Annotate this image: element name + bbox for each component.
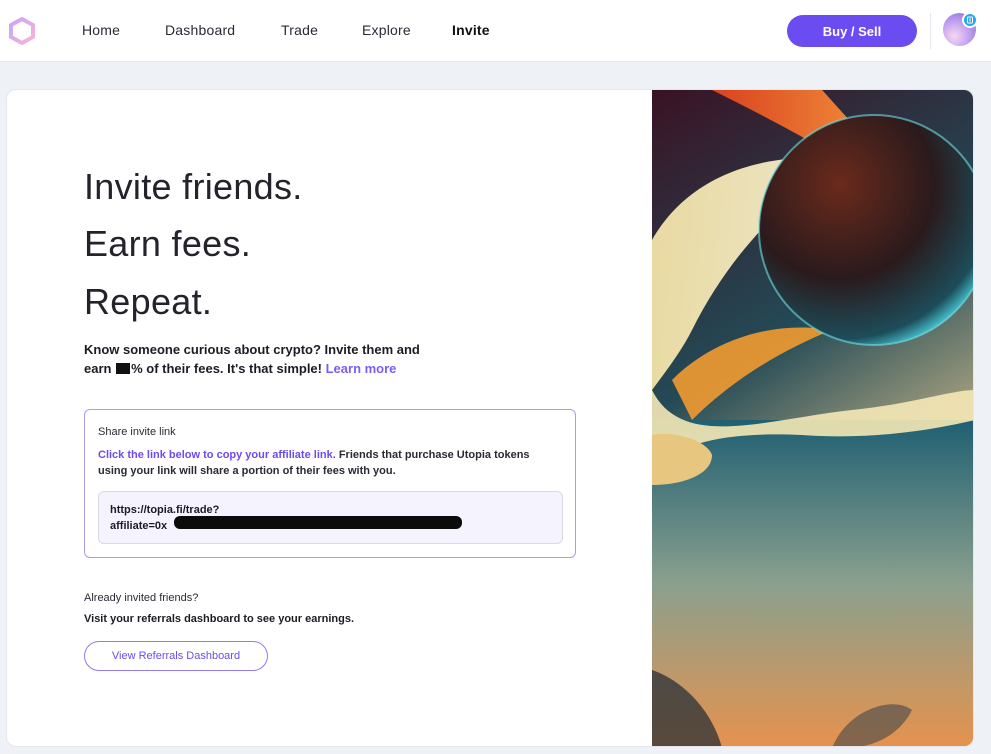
heading-line-1: Invite friends.	[84, 166, 303, 207]
invite-card: Invite friends. Earn fees. Repeat. Know …	[6, 89, 974, 747]
intro-part-2: % of their fees. It's that simple!	[131, 361, 326, 376]
nav-dashboard[interactable]: Dashboard	[165, 22, 235, 38]
heading-line-2: Earn fees.	[84, 223, 252, 264]
share-title: Share invite link	[98, 426, 176, 438]
wallet-badge-icon	[962, 12, 978, 28]
already-invited-text: Already invited friends?	[84, 592, 199, 604]
nav-explore[interactable]: Explore	[362, 22, 411, 38]
nav-home[interactable]: Home	[82, 22, 120, 38]
copy-instruction[interactable]: Click the link below to copy your affili…	[98, 449, 336, 461]
buy-sell-button[interactable]: Buy / Sell	[787, 15, 917, 47]
nav-invite[interactable]: Invite	[452, 22, 490, 38]
visit-dashboard-text: Visit your referrals dashboard to see yo…	[84, 613, 354, 625]
heading-line-3: Repeat.	[84, 281, 213, 322]
abstract-art-image	[652, 90, 973, 746]
learn-more-link[interactable]: Learn more	[326, 361, 397, 376]
view-referrals-dashboard-button[interactable]: View Referrals Dashboard	[84, 641, 268, 671]
share-description: Click the link below to copy your affili…	[98, 447, 558, 479]
nav-trade[interactable]: Trade	[281, 22, 318, 38]
intro-text: Know someone curious about crypto? Invit…	[84, 340, 444, 378]
hexagon-logo-icon[interactable]	[8, 17, 36, 45]
redacted-percentage	[116, 363, 131, 374]
affiliate-link-field[interactable]: https://topia.fi/trade? affiliate=0x	[98, 491, 563, 544]
redacted-address	[174, 516, 462, 529]
share-invite-box: Share invite link Click the link below t…	[84, 409, 576, 558]
top-nav: Home Dashboard Trade Explore Invite Buy …	[0, 0, 991, 62]
nav-divider	[930, 13, 931, 49]
